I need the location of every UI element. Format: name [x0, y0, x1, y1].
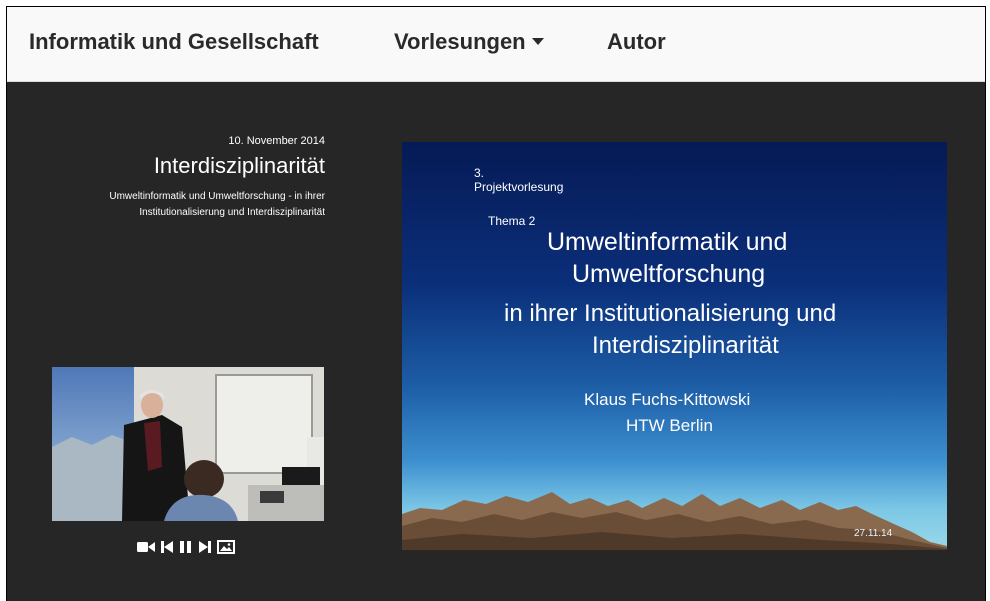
lecture-subtitle-line: Umweltinformatik und Umweltforschung - i…: [109, 191, 325, 202]
pause-icon[interactable]: [179, 540, 193, 559]
image-icon[interactable]: [217, 539, 235, 559]
lectures-dropdown[interactable]: Vorlesungen: [394, 29, 544, 55]
lecture-subtitle-line: Institutionalisierung und Interdisziplin…: [139, 207, 325, 218]
slide-date: 27.11.14: [854, 528, 893, 539]
player-controls: [137, 539, 235, 559]
navbar: Informatik und Gesellschaft Vorlesungen …: [7, 7, 985, 82]
brand-link[interactable]: Informatik und Gesellschaft: [29, 29, 319, 55]
lecture-info: 10. November 2014 Interdisziplinarität U…: [25, 135, 325, 221]
video-camera-icon[interactable]: [137, 540, 155, 559]
step-forward-icon[interactable]: [199, 540, 211, 559]
speaker-video-frame: [52, 367, 324, 521]
lecture-subtitle: Umweltinformatik und Umweltforschung - i…: [25, 189, 325, 221]
app-frame: Informatik und Gesellschaft Vorlesungen …: [6, 6, 986, 601]
slide-subtitle: Interdisziplinarität: [592, 332, 779, 359]
step-backward-icon[interactable]: [161, 540, 173, 559]
slide-title: Umweltinformatik und: [547, 228, 788, 256]
speaker-video[interactable]: [52, 367, 324, 521]
slide-institution: HTW Berlin: [626, 416, 713, 435]
author-link[interactable]: Autor: [607, 29, 666, 55]
slide-series: Projektvorlesung: [474, 180, 564, 194]
slide-theme: Thema 2: [488, 214, 536, 228]
lecture-date: 10. November 2014: [228, 135, 325, 147]
slide-author: Klaus Fuchs-Kittowski: [584, 390, 751, 409]
lecture-title: Interdisziplinarität: [153, 153, 325, 178]
slide-title: Umweltforschung: [572, 260, 766, 288]
caret-down-icon: [531, 37, 544, 45]
slide-number: 3.: [474, 166, 485, 180]
lectures-label: Vorlesungen: [394, 29, 526, 54]
slide-subtitle: in ihrer Institutionalisierung und: [504, 300, 837, 327]
lecture-slide[interactable]: 3. Projektvorlesung Thema 2 Umweltinform…: [402, 142, 947, 550]
